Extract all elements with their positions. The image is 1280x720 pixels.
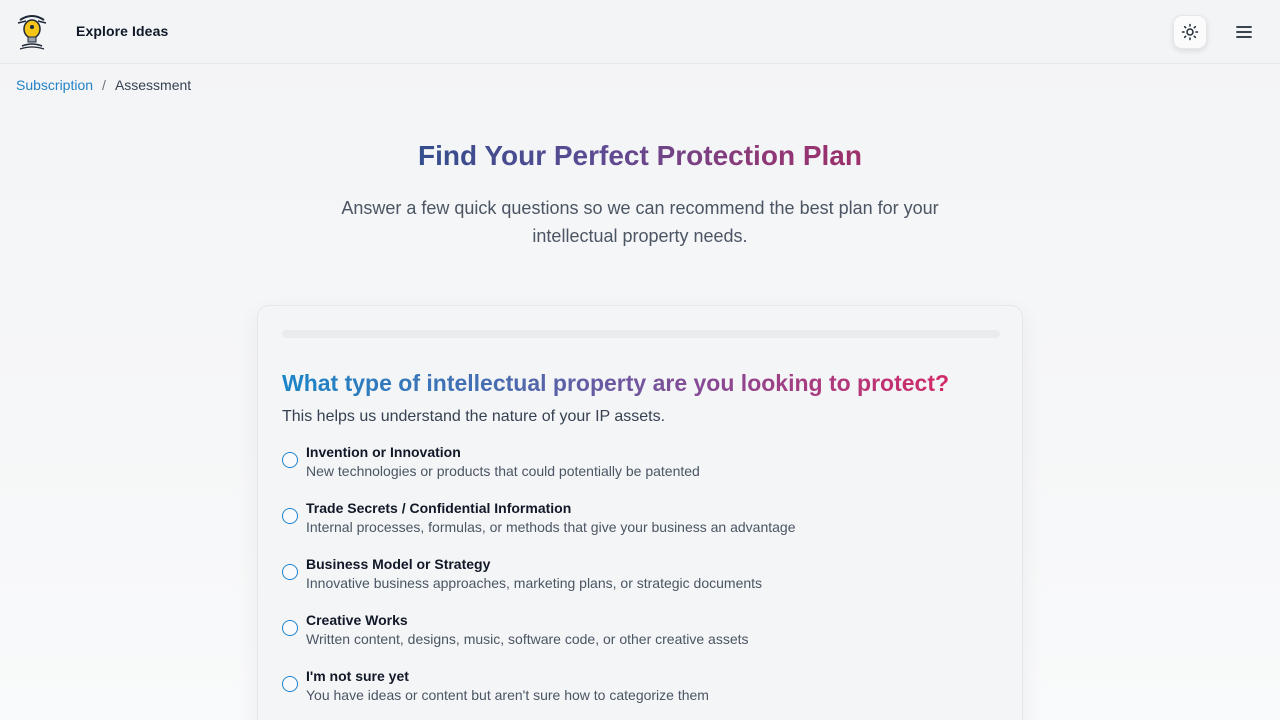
option-not-sure[interactable]: I'm not sure yet You have ideas or conte… (282, 668, 1000, 720)
option-creative-works[interactable]: Creative Works Written content, designs,… (282, 612, 1000, 668)
page-title-text: Find Your Perfect Protection Plan (418, 140, 862, 171)
page-subtitle: Answer a few quick questions so we can r… (341, 198, 939, 246)
breadcrumb-subscription-link[interactable]: Subscription (16, 77, 93, 93)
progress-bar (282, 330, 1000, 338)
breadcrumb-current-page: Assessment (114, 77, 192, 93)
page-title: Find Your Perfect Protection Plan (0, 140, 1280, 172)
option-label[interactable]: Business Model or Strategy (306, 556, 490, 572)
breadcrumb-separator: / (102, 77, 106, 93)
assessment-card: What type of intellectual property are y… (257, 305, 1023, 720)
option-description: Innovative business approaches, marketin… (306, 575, 763, 591)
question-help-text: This helps us understand the nature of y… (282, 408, 666, 425)
top-navigation-bar: Explore Ideas (0, 0, 1280, 64)
option-description: Internal processes, formulas, or methods… (306, 519, 796, 535)
option-invention[interactable]: Invention or Innovation New technologies… (282, 444, 1000, 500)
breadcrumb: Subscription / Assessment (16, 77, 191, 93)
sun-icon (1181, 23, 1199, 41)
theme-toggle-button[interactable] (1173, 15, 1207, 49)
option-description: You have ideas or content but aren't sur… (306, 687, 709, 703)
option-label[interactable]: Trade Secrets / Confidential Information (306, 500, 571, 516)
radio-button[interactable] (282, 452, 298, 468)
radio-button[interactable] (282, 620, 298, 636)
answer-options: Invention or Innovation New technologies… (282, 444, 1000, 720)
option-label[interactable]: Creative Works (306, 612, 408, 628)
menu-button[interactable] (1230, 18, 1258, 46)
radio-button[interactable] (282, 508, 298, 524)
option-business-model[interactable]: Business Model or Strategy Innovative bu… (282, 556, 1000, 612)
option-trade-secrets[interactable]: Trade Secrets / Confidential Information… (282, 500, 1000, 556)
radio-button[interactable] (282, 564, 298, 580)
option-label[interactable]: I'm not sure yet (306, 668, 409, 684)
hamburger-menu-icon (1236, 26, 1252, 38)
question-title-text: What type of intellectual property are y… (282, 370, 950, 396)
option-description: Written content, designs, music, softwar… (306, 631, 749, 647)
lightbulb-person-icon[interactable] (14, 12, 50, 52)
radio-button[interactable] (282, 676, 298, 692)
question-title: What type of intellectual property are y… (282, 370, 949, 397)
brand-name[interactable]: Explore Ideas (76, 23, 168, 39)
option-label[interactable]: Invention or Innovation (306, 444, 461, 460)
option-description: New technologies or products that could … (306, 463, 700, 479)
